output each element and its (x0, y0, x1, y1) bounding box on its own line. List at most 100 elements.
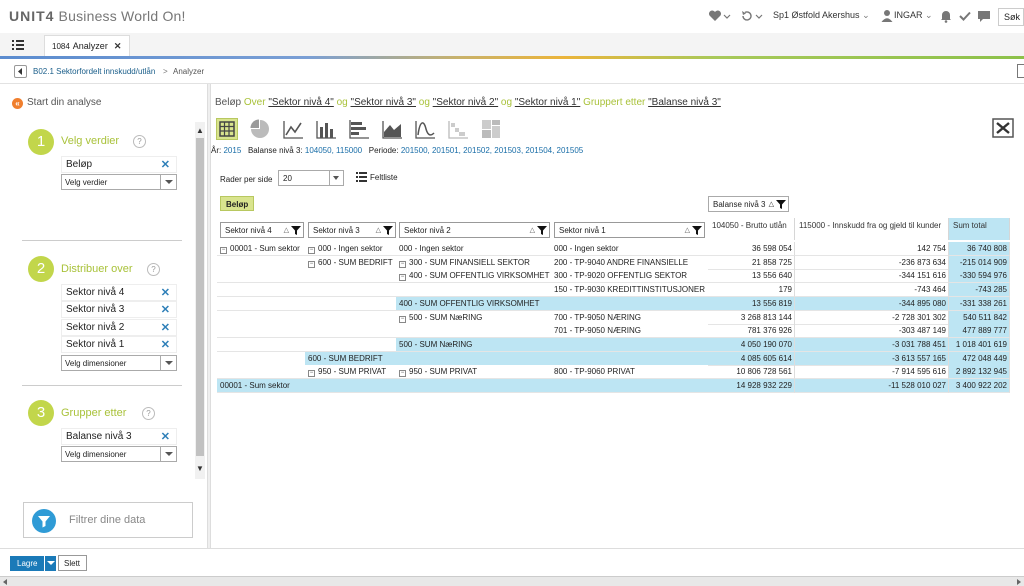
row-header-cell[interactable]: −000 - Ingen sektor (305, 242, 396, 256)
remove-icon[interactable]: ✕ (161, 158, 170, 171)
scroll-up-arrow-icon[interactable]: ▲ (196, 126, 204, 135)
total-value-cell[interactable]: 540 511 842 (949, 311, 1010, 325)
total-value-cell[interactable]: -215 014 909 (949, 256, 1010, 270)
scroll-right-arrow-icon[interactable] (1017, 579, 1021, 585)
collapse-toggle-icon[interactable]: − (308, 261, 315, 268)
total-value-cell[interactable]: 1 018 401 619 (949, 338, 1010, 352)
total-value-cell[interactable]: -331 338 261 (949, 297, 1010, 311)
row-header-cell[interactable]: 701 - TP-9050 NÆRING (551, 324, 708, 338)
collapse-toggle-icon[interactable]: − (399, 370, 406, 377)
collapse-toggle-icon[interactable]: − (308, 247, 315, 254)
select-dimensions-dropdown[interactable]: Velg dimensioner (61, 355, 177, 371)
dimension-chip[interactable]: Sektor nivå 3 ✕ (61, 301, 177, 318)
delete-button[interactable]: Slett (58, 555, 87, 571)
sort-icon[interactable]: △ (530, 226, 535, 234)
user-icon[interactable] (881, 9, 893, 23)
chevron-down-icon[interactable] (160, 175, 176, 189)
row-header-cell[interactable]: 400 - SUM OFFENTLIG VIRKSOMHET (396, 297, 551, 311)
export-excel-icon[interactable] (992, 118, 1014, 138)
value-cell[interactable]: 36 598 054 (708, 242, 795, 256)
row-dimension-header[interactable]: Sektor nivå 2 △ (399, 222, 550, 238)
collapse-double-chevron-icon[interactable]: « (12, 98, 23, 109)
row-header-cell[interactable]: −500 - SUM NæRING (396, 311, 551, 325)
value-cell[interactable]: 21 858 725 (708, 256, 795, 270)
row-header-cell[interactable]: −400 - SUM OFFENTLIG VIRKSOMHET (396, 269, 551, 283)
horizontal-bar-chart-icon[interactable] (348, 118, 370, 140)
row-header-cell[interactable]: −950 - SUM PRIVAT (305, 365, 396, 379)
scrollbar-thumb[interactable] (196, 138, 204, 456)
value-cell[interactable]: 179 (708, 283, 795, 297)
remove-icon[interactable]: ✕ (161, 430, 170, 443)
row-header-cell[interactable]: −300 - SUM FINANSIELL SEKTOR (396, 256, 551, 270)
value-cell[interactable]: -3 613 557 165 (795, 352, 949, 366)
total-value-cell[interactable]: 2 892 132 945 (949, 365, 1010, 379)
value-cell[interactable]: -236 873 634 (795, 256, 949, 270)
row-dimension-header[interactable]: Sektor nivå 1 △ (554, 222, 705, 238)
row-header-cell[interactable]: 700 - TP-9050 NÆRING (551, 311, 708, 325)
line-chart-icon[interactable] (282, 118, 304, 140)
collapse-toggle-icon[interactable]: − (399, 261, 406, 268)
total-value-cell[interactable]: -330 594 976 (949, 269, 1010, 283)
row-header-cell[interactable]: −600 - SUM BEDRIFT (305, 256, 396, 270)
value-cell[interactable]: -11 528 010 027 (795, 379, 949, 393)
value-cell[interactable]: -3 031 788 451 (795, 338, 949, 352)
remove-icon[interactable]: ✕ (161, 303, 170, 316)
value-cell[interactable]: -344 151 616 (795, 269, 949, 283)
value-cell[interactable]: 4 050 190 070 (708, 338, 795, 352)
select-values-dropdown[interactable]: Velg verdier (61, 174, 177, 190)
notifications-bell-icon[interactable] (939, 9, 953, 23)
value-cell[interactable]: 3 268 813 144 (708, 311, 795, 325)
search-button[interactable]: Søk (998, 8, 1024, 26)
row-header-cell[interactable]: −950 - SUM PRIVAT (396, 365, 551, 379)
group-chip[interactable]: Balanse nivå 3 ✕ (61, 428, 177, 445)
page-horizontal-scrollbar[interactable] (0, 576, 1024, 586)
user-menu[interactable]: INGAR ⌄ (894, 10, 933, 21)
save-options-chevron-down-icon[interactable] (44, 556, 56, 571)
app-logo[interactable]: UNIT4 Business World On! (9, 8, 186, 24)
total-value-cell[interactable]: 477 889 777 (949, 324, 1010, 338)
value-cell[interactable]: -743 464 (795, 283, 949, 297)
collapse-toggle-icon[interactable]: − (399, 316, 406, 323)
scroll-down-arrow-icon[interactable]: ▼ (196, 464, 204, 473)
menu-list-icon[interactable] (10, 38, 26, 52)
sort-icon[interactable]: △ (769, 200, 774, 208)
scroll-left-arrow-icon[interactable] (3, 579, 7, 585)
save-button[interactable]: Lagre (10, 556, 56, 571)
row-header-cell[interactable]: 200 - TP-9040 ANDRE FINANSIELLE (551, 256, 708, 270)
value-cell[interactable]: 13 556 640 (708, 269, 795, 283)
field-list-button[interactable]: Feltliste (356, 172, 398, 182)
remove-icon[interactable]: ✕ (161, 321, 170, 334)
favorite-heart-icon[interactable] (708, 9, 722, 23)
value-cell[interactable]: 10 806 728 561 (708, 365, 795, 379)
collapse-toggle-icon[interactable]: − (220, 247, 227, 254)
tasks-checkmark-icon[interactable] (958, 9, 972, 23)
dimension-chip[interactable]: Sektor nivå 1 ✕ (61, 336, 177, 353)
help-icon[interactable]: ? (142, 407, 155, 420)
total-value-cell[interactable]: 472 048 449 (949, 352, 1010, 366)
remove-icon[interactable]: ✕ (161, 338, 170, 351)
value-cell[interactable]: 781 376 926 (708, 324, 795, 338)
row-header-cell[interactable]: 500 - SUM NæRING (396, 338, 551, 352)
row-header-cell[interactable]: 800 - TP-9060 PRIVAT (551, 365, 708, 379)
value-cell[interactable]: -7 914 595 616 (795, 365, 949, 379)
collapse-toggle-icon[interactable]: − (399, 274, 406, 281)
value-cell[interactable]: -2 728 301 302 (795, 311, 949, 325)
favorite-chevron-down-icon[interactable] (723, 9, 731, 23)
value-cell[interactable]: -344 895 080 (795, 297, 949, 311)
measure-field-chip[interactable]: Beløp (220, 196, 255, 211)
value-cell[interactable]: 142 754 (795, 242, 949, 256)
value-cell[interactable]: -303 487 149 (795, 324, 949, 338)
row-header-cell[interactable]: −00001 - Sum sektor (217, 242, 305, 256)
dimension-link[interactable]: "Sektor nivå 3" (351, 97, 416, 108)
chevron-down-icon[interactable] (160, 356, 176, 370)
chevron-down-icon[interactable] (329, 171, 343, 185)
help-icon[interactable]: ? (147, 263, 160, 276)
column-dimension-chip[interactable]: Balanse nivå 3 △ (708, 196, 789, 212)
start-analysis-link[interactable]: «Start din analyse (12, 97, 102, 109)
total-value-cell[interactable]: 36 740 808 (949, 242, 1010, 256)
dimension-link[interactable]: "Sektor nivå 4" (268, 97, 333, 108)
panel-toggle[interactable] (1017, 64, 1024, 78)
group-link[interactable]: "Balanse nivå 3" (648, 97, 721, 108)
value-cell[interactable]: 14 928 932 229 (708, 379, 795, 393)
sort-icon[interactable]: △ (685, 226, 690, 234)
